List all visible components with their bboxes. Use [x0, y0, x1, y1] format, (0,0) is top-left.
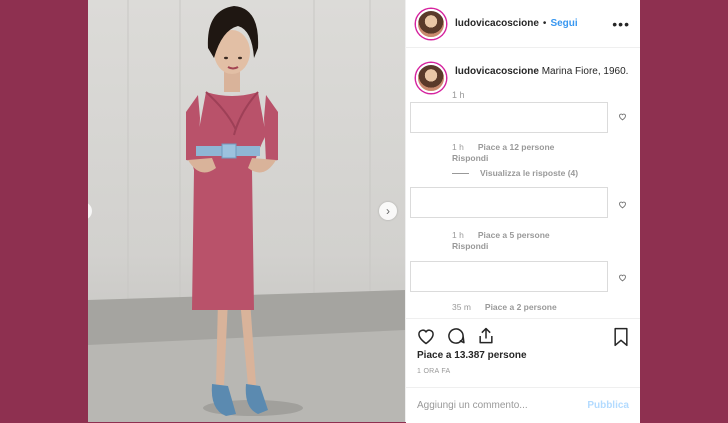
caption-avatar[interactable]: [416, 63, 446, 93]
comment-time: 35 m: [452, 302, 471, 312]
comment-likes[interactable]: Piace a 12 persone: [478, 142, 555, 152]
comment-input[interactable]: [417, 400, 588, 411]
bookmark-icon[interactable]: [612, 327, 630, 347]
post-time-ago: 1 ORA FA: [417, 368, 451, 375]
post-header: ludovicacoscione • Segui •••: [406, 0, 640, 48]
likes-count[interactable]: Piace a 13.387 persone: [417, 350, 527, 361]
avatar[interactable]: [416, 8, 446, 39]
share-icon[interactable]: [476, 326, 496, 346]
heart-small-icon[interactable]: [618, 112, 627, 121]
comment-time: 1 h: [452, 142, 464, 152]
comment-likes[interactable]: Piace a 2 persone: [485, 302, 557, 312]
follow-button[interactable]: Segui: [550, 18, 577, 29]
header-username[interactable]: ludovicacoscione: [455, 18, 539, 29]
comment-bubble-icon[interactable]: [446, 326, 466, 346]
post-photo[interactable]: ›: [88, 0, 405, 422]
caption-time: 1 h: [452, 90, 465, 100]
comment-meta: 1 h Piace a 5 persone Rispondi: [452, 230, 550, 251]
instagram-post: › ludovicacoscione • Segui ••• ludovicac…: [88, 0, 640, 423]
publish-button[interactable]: Pubblica: [587, 400, 629, 411]
view-replies-button[interactable]: Visualizza le risposte (4): [452, 168, 578, 178]
comment-likes[interactable]: Piace a 5 persone: [478, 230, 550, 240]
comments-panel: ludovicacoscione • Segui ••• ludovicacos…: [405, 0, 640, 423]
comment-time: 1 h: [452, 230, 464, 240]
comment-meta: 35 m Piace a 2 persone: [452, 302, 557, 312]
more-options-icon[interactable]: •••: [612, 16, 630, 32]
view-replies-label: Visualizza le risposte (4): [480, 168, 579, 178]
heart-icon[interactable]: [416, 326, 436, 346]
post-actions: Piace a 13.387 persone 1 ORA FA Pubblica: [406, 318, 640, 423]
comment-meta: 1 h Piace a 12 persone Rispondi: [452, 142, 554, 163]
caption-username[interactable]: ludovicacoscione: [455, 66, 539, 77]
add-comment-form: Pubblica: [406, 387, 640, 423]
reply-button[interactable]: Rispondi: [452, 153, 554, 163]
photo-illustration: [88, 0, 405, 422]
caption-text: Marina Fiore, 1960.: [541, 66, 629, 77]
post-caption: ludovicacoscione Marina Fiore, 1960.: [406, 48, 640, 93]
heart-small-icon[interactable]: [618, 273, 627, 282]
reply-button[interactable]: Rispondi: [452, 241, 550, 251]
comment-content-redacted: [410, 187, 608, 218]
next-photo-button[interactable]: ›: [379, 202, 397, 220]
header-separator: •: [542, 18, 547, 29]
comment-content-redacted: [410, 261, 608, 292]
heart-small-icon[interactable]: [618, 200, 627, 209]
chevron-right-icon: ›: [386, 204, 390, 218]
comment-content-redacted: [410, 102, 608, 133]
